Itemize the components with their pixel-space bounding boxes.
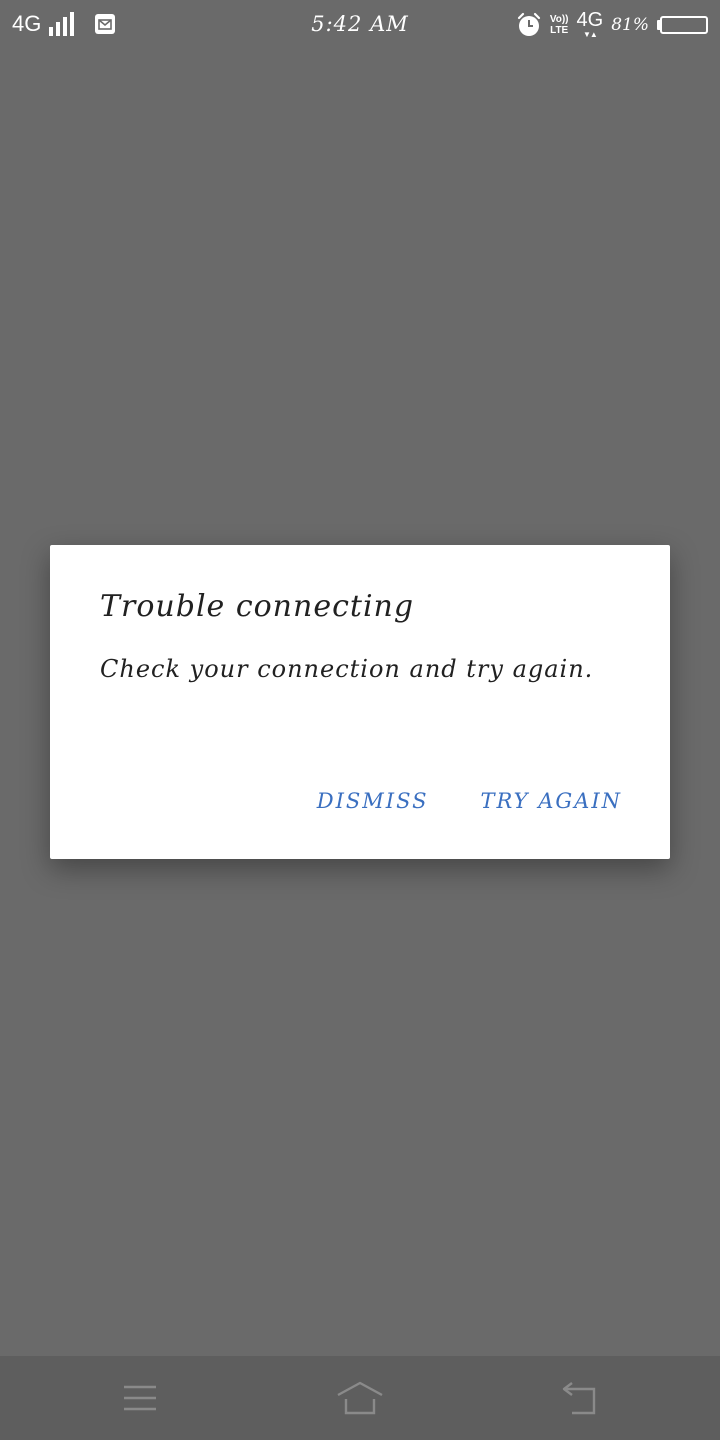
volte-top-label: Vo)): [549, 13, 569, 25]
network-type-right: 4G ▼▲: [577, 10, 604, 39]
dismiss-button[interactable]: DISMISS: [305, 777, 441, 825]
back-icon[interactable]: [554, 1376, 602, 1420]
menu-icon[interactable]: [116, 1376, 164, 1420]
battery-percent: 81%: [611, 14, 649, 35]
dialog-title: Trouble connecting: [100, 589, 415, 624]
network-type-right-label: 4G: [576, 9, 604, 31]
battery-icon: [657, 15, 708, 34]
volte-indicator: Vo)) LTE: [550, 14, 569, 36]
navigation-bar: [0, 1356, 720, 1440]
error-dialog: Trouble connecting Check your connection…: [50, 545, 670, 859]
data-activity-arrows: ▼▲: [582, 30, 598, 39]
status-bar: 4G 5:42 AM Vo)) LTE 4G ▼▲ 81%: [0, 0, 720, 48]
alarm-icon: [516, 12, 542, 38]
dialog-actions: DISMISS TRY AGAIN: [305, 777, 634, 825]
volte-bottom-label: LTE: [550, 24, 569, 36]
home-icon[interactable]: [336, 1376, 384, 1420]
dialog-message: Check your connection and try again.: [100, 655, 594, 683]
status-right-group: Vo)) LTE 4G ▼▲ 81%: [516, 10, 708, 39]
try-again-button[interactable]: TRY AGAIN: [469, 777, 635, 825]
